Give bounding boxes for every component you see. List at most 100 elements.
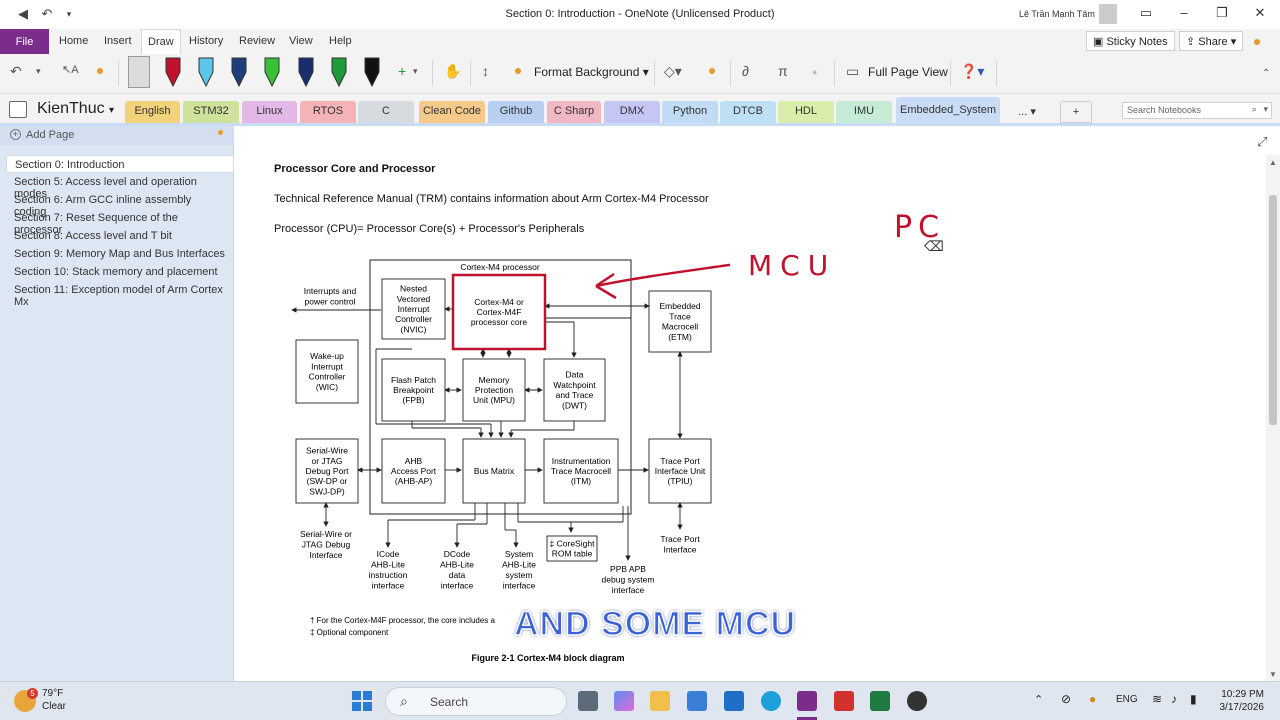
ink-to-shape-icon[interactable]: ∂	[742, 63, 749, 79]
sticky-notes-button[interactable]: ▣ Sticky Notes	[1086, 31, 1175, 51]
page-item[interactable]: Section 10: Stack memory and placement	[6, 263, 234, 281]
show-hidden-icons[interactable]: ⌃	[1034, 693, 1043, 706]
ink-to-math-icon[interactable]: π	[778, 63, 788, 79]
section-tab[interactable]: Github	[488, 101, 544, 123]
full-page-view-icon[interactable]: ▭	[846, 63, 859, 80]
menu-draw[interactable]: Draw	[141, 29, 181, 54]
battery-icon[interactable]: ▮	[1190, 692, 1197, 706]
section-tab[interactable]: Python	[662, 101, 718, 123]
close-icon[interactable]: ✕	[1250, 5, 1270, 23]
page-item[interactable]: Section 5: Access level and operation mo…	[6, 173, 234, 200]
shapes-icon[interactable]: ◇▾	[664, 63, 682, 80]
user-name[interactable]: Lê Trần Mạnh Tâm	[1019, 9, 1095, 19]
vertical-scrollbar[interactable]: ▲ ▼	[1266, 155, 1280, 681]
volume-icon[interactable]: ♪	[1171, 692, 1177, 706]
scroll-up-icon[interactable]: ▲	[1269, 158, 1277, 167]
page-item[interactable]: Section 7: Reset Sequence of the process…	[6, 209, 234, 236]
section-tab[interactable]: RTOS	[300, 101, 356, 123]
menu-help[interactable]: Help	[329, 35, 352, 47]
weather-badge: 5	[27, 688, 38, 699]
red-pen-icon[interactable]	[162, 56, 184, 88]
section-tab[interactable]: C Sharp	[547, 101, 601, 123]
menu-home[interactable]: Home	[59, 35, 88, 47]
more-sections-button[interactable]: ... ▾	[1008, 101, 1046, 123]
insert-space-icon[interactable]: ↕	[482, 63, 489, 79]
add-pen-icon[interactable]: +	[398, 63, 406, 79]
store-icon[interactable]	[687, 691, 707, 711]
dark-green-pen-icon[interactable]	[328, 56, 350, 88]
section-tab[interactable]: Clean Code	[419, 101, 485, 123]
add-page-button[interactable]: + Add Page	[0, 126, 234, 145]
excel-icon[interactable]	[870, 691, 890, 711]
copilot-icon[interactable]	[614, 691, 634, 711]
network-off-icon[interactable]: ⊘	[1061, 692, 1071, 706]
file-explorer-icon[interactable]	[650, 691, 670, 711]
section-tab[interactable]: C	[358, 101, 414, 123]
language-indicator[interactable]: ENG	[1116, 694, 1138, 705]
handwritten-mcu[interactable]: MCU	[748, 249, 836, 282]
navy-pen-icon[interactable]	[228, 56, 250, 88]
page-item[interactable]: Section 11: Exception model of Arm Corte…	[6, 281, 234, 308]
menu-history[interactable]: History	[189, 35, 223, 47]
page-heading[interactable]: Processor Core and Processor	[274, 163, 435, 175]
pdf-reader-icon[interactable]	[834, 691, 854, 711]
section-tab[interactable]: DTCB	[720, 101, 776, 123]
microphone-icon[interactable]: ●	[1089, 692, 1096, 706]
mpu-block-text: Memory	[479, 375, 510, 385]
black-pen-icon[interactable]	[361, 56, 383, 88]
menu-view[interactable]: View	[289, 35, 313, 47]
menu-review[interactable]: Review	[239, 35, 275, 47]
outlook-icon[interactable]	[724, 691, 744, 711]
share-button[interactable]: ⇪ Share ▾	[1179, 31, 1244, 51]
windows-start-icon[interactable]	[352, 691, 372, 711]
onenote-icon[interactable]	[797, 691, 817, 711]
section-tab[interactable]: English	[125, 101, 180, 123]
recorder-icon[interactable]	[907, 691, 927, 711]
expand-icon[interactable]: ⤢	[1257, 134, 1267, 150]
file-tab[interactable]: File	[0, 29, 49, 54]
add-pen-dropdown-icon[interactable]: ▾	[413, 66, 418, 77]
collapse-ribbon-icon[interactable]: ⌃	[1262, 68, 1270, 79]
maximize-icon[interactable]: ❐	[1212, 5, 1232, 23]
hand-pan-icon[interactable]: ✋	[444, 63, 461, 80]
scroll-down-icon[interactable]: ▼	[1269, 670, 1277, 679]
section-tab[interactable]: Linux	[242, 101, 297, 123]
light-blue-pen-icon[interactable]	[195, 56, 217, 88]
eraser-icon[interactable]	[128, 56, 150, 88]
help-icon[interactable]: ❓▾	[960, 63, 984, 80]
undo-icon[interactable]: ↶	[10, 63, 22, 80]
notebook-dropdown[interactable]: KienThuc ▾	[37, 100, 114, 118]
page-item[interactable]: Section 6: Arm GCC inline assembly codin…	[6, 191, 234, 218]
menu-insert[interactable]: Insert	[104, 35, 132, 47]
page-item[interactable]: Section 9: Memory Map and Bus Interfaces	[6, 245, 234, 263]
taskbar-search[interactable]: ⌕ Search	[385, 687, 567, 716]
dcode-label: DCode	[444, 549, 471, 559]
dark-blue-pen-icon[interactable]	[295, 56, 317, 88]
note-line-1[interactable]: Technical Reference Manual (TRM) contain…	[274, 193, 709, 205]
page-item[interactable]: Section 8: Access level and T bit	[6, 227, 234, 245]
ribbon-display-icon[interactable]: ▭	[1136, 5, 1156, 23]
add-section-button[interactable]: +	[1060, 101, 1092, 123]
edge-icon[interactable]	[761, 691, 781, 711]
section-tab[interactable]: Embedded_System	[896, 97, 1000, 126]
section-tab[interactable]: DMX	[604, 101, 660, 123]
notebook-icon[interactable]	[9, 101, 27, 118]
green-highlighter-icon[interactable]	[261, 56, 283, 88]
minimize-icon[interactable]: –	[1174, 5, 1194, 23]
ink-to-text-icon[interactable]: ↖A	[62, 63, 79, 76]
search-notebooks-input[interactable]: Search Notebooks ⌕ ▾	[1122, 102, 1272, 119]
page-item[interactable]: Section 0: Introduction	[6, 155, 234, 173]
section-tab[interactable]: HDL	[778, 101, 834, 123]
scroll-thumb[interactable]	[1269, 195, 1277, 425]
wifi-icon[interactable]: ≋	[1152, 692, 1162, 706]
task-view-icon[interactable]	[578, 691, 598, 711]
avatar[interactable]	[1099, 4, 1117, 24]
section-tab[interactable]: STM32	[183, 101, 239, 123]
section-tab[interactable]: IMU	[836, 101, 892, 123]
undo-dropdown-icon[interactable]: ▾	[36, 66, 41, 77]
etm-block-text: (ETM)	[668, 332, 692, 342]
clock[interactable]: 10:29 PM 3/17/2026	[1212, 688, 1265, 714]
format-background-button[interactable]: Format Background ▾	[534, 65, 649, 79]
full-page-view-button[interactable]: Full Page View	[868, 65, 948, 79]
note-line-2[interactable]: Processor (CPU)= Processor Core(s) + Pro…	[274, 223, 584, 235]
